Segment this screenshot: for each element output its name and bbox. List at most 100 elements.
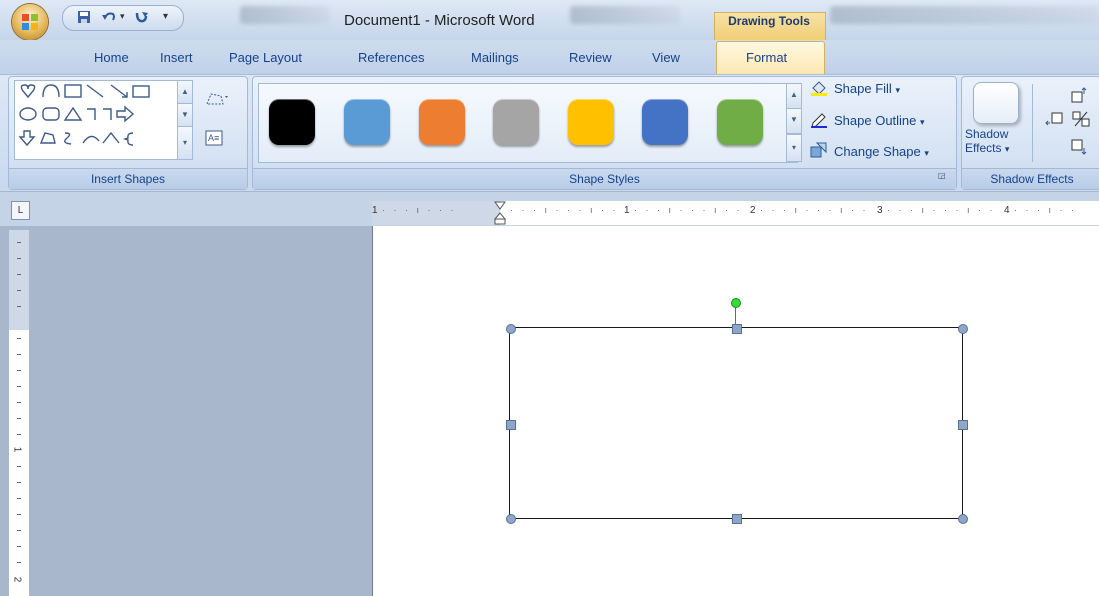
- resize-handle-top-right[interactable]: [958, 324, 968, 334]
- ruler-ticks: · · · ı · · · ı · ·: [760, 205, 869, 215]
- triangle-shape-icon: [63, 106, 83, 121]
- oval-shape-icon: [19, 107, 37, 121]
- edit-shape-icon[interactable]: [203, 90, 229, 108]
- resize-handle-right[interactable]: [958, 420, 968, 430]
- textbox-shape-icon: [64, 84, 82, 98]
- style-swatch-gray[interactable]: [493, 99, 539, 145]
- arrow-line-shape-icon: [110, 84, 128, 98]
- shadow-on-off-icon[interactable]: [1072, 110, 1090, 128]
- paint-bucket-icon: [811, 81, 827, 96]
- ruler-ticks: · · · ı · · · ı · ·: [634, 205, 743, 215]
- shapes-gallery: [14, 80, 186, 160]
- shadow-effects-label-1: Shadow: [965, 127, 1009, 141]
- ruler-ticks: · · · ı · · ·: [382, 205, 457, 215]
- separator: [1032, 84, 1033, 162]
- quick-access-toolbar: ▾ ▾: [62, 5, 184, 31]
- chevron-down-icon: ▾: [920, 117, 925, 127]
- resize-handle-bottom[interactable]: [732, 514, 742, 524]
- chevron-down-icon: ▾: [924, 148, 929, 158]
- resize-handle-top[interactable]: [732, 324, 742, 334]
- resize-handle-left[interactable]: [506, 420, 516, 430]
- rectangle-shape[interactable]: [509, 327, 963, 519]
- styles-scroll-down[interactable]: ▼: [786, 108, 802, 134]
- ruler-number: 4: [1004, 205, 1010, 216]
- line-shape-icon: [86, 84, 104, 98]
- arc-shape-icon: [42, 84, 60, 98]
- chevron-down-icon: ▾: [895, 85, 900, 95]
- group-label: Shadow Effects: [962, 168, 1099, 189]
- shape-fill-button[interactable]: Shape Fill ▾: [834, 81, 900, 96]
- ruler-number: 1: [372, 205, 378, 216]
- svg-text:A≡: A≡: [208, 133, 219, 143]
- group-label: Insert Shapes: [9, 168, 247, 189]
- ruler-number: 2: [11, 576, 23, 583]
- ruler-margin: [9, 230, 29, 330]
- styles-more-button[interactable]: ▾: [786, 134, 802, 162]
- resize-handle-bottom-right[interactable]: [958, 514, 968, 524]
- tab-home[interactable]: Home: [94, 50, 129, 65]
- style-swatch-orange[interactable]: [419, 99, 465, 145]
- elbow-connector-icon: [87, 108, 96, 120]
- tab-page-layout[interactable]: Page Layout: [229, 50, 302, 65]
- tab-view[interactable]: View: [652, 50, 680, 65]
- scribble-shape-icon: [64, 132, 72, 145]
- office-logo-icon: [22, 14, 38, 30]
- undo-icon[interactable]: [101, 10, 117, 24]
- group-label: Shape Styles: [253, 168, 956, 189]
- resize-handle-top-left[interactable]: [506, 324, 516, 334]
- ruler-number: 1: [11, 446, 23, 453]
- shapes-scroll-up[interactable]: ▲: [177, 80, 193, 104]
- ruler-ticks: · · · ı · · · ı · ·: [510, 205, 619, 215]
- ruler-ticks: · · · ı · · · ı · ·: [887, 205, 996, 215]
- style-swatch-gold[interactable]: [568, 99, 614, 145]
- nudge-shadow-up-icon[interactable]: [1070, 86, 1088, 104]
- heart-shape-icon: [20, 84, 36, 99]
- change-shape-icon: [810, 142, 827, 158]
- change-shape-button[interactable]: Change Shape ▾: [834, 144, 929, 159]
- brace-shape-icon: [122, 132, 134, 146]
- chevron-down-icon: ▾: [1004, 144, 1010, 154]
- nudge-shadow-left-icon[interactable]: [1044, 111, 1064, 129]
- ruler-number: 1: [624, 205, 630, 216]
- rotation-handle[interactable]: [731, 298, 741, 308]
- style-swatch-green[interactable]: [717, 99, 763, 145]
- shape-outline-label: Shape Outline: [834, 113, 917, 128]
- ruler-number: 2: [750, 205, 756, 216]
- freeform-shape-icon: [39, 132, 56, 144]
- redo-icon[interactable]: [133, 10, 149, 24]
- curve-shape-icon: [82, 135, 100, 144]
- shadow-effects-button[interactable]: Shadow Effects ▾: [965, 127, 1023, 156]
- vertical-ruler[interactable]: 1 2: [9, 230, 29, 596]
- pen-icon: [811, 113, 827, 128]
- undo-dropdown-icon[interactable]: ▾: [120, 8, 125, 24]
- horizontal-ruler[interactable]: 1 · · · ı · · · · · · ı · · · ı · · 1 · …: [372, 201, 1099, 225]
- down-arrow-shape-icon: [18, 130, 36, 147]
- dialog-launcher-icon[interactable]: ◲: [938, 171, 946, 180]
- rectangle-shape-icon: [132, 85, 150, 98]
- shapes-scroll-down[interactable]: ▼: [177, 103, 193, 127]
- tab-format[interactable]: Format: [746, 50, 787, 65]
- tab-review[interactable]: Review: [569, 50, 612, 65]
- save-icon[interactable]: [77, 10, 91, 24]
- resize-handle-bottom-left[interactable]: [506, 514, 516, 524]
- style-swatch-dark-blue[interactable]: [642, 99, 688, 145]
- shadow-effects-icon: [973, 82, 1019, 124]
- style-swatch-black[interactable]: [269, 99, 315, 145]
- customize-qat-icon[interactable]: ▾: [163, 9, 168, 25]
- rounded-rect-shape-icon: [42, 107, 60, 121]
- tab-references[interactable]: References: [358, 50, 424, 65]
- nudge-shadow-down-icon[interactable]: [1070, 138, 1088, 156]
- draw-textbox-icon[interactable]: A≡: [205, 130, 223, 146]
- shape-fill-label: Shape Fill: [834, 81, 892, 96]
- shape-outline-button[interactable]: Shape Outline ▾: [834, 113, 925, 128]
- styles-scroll-up[interactable]: ▲: [786, 83, 802, 109]
- tab-selector-button[interactable]: L: [11, 201, 30, 220]
- style-swatch-blue[interactable]: [344, 99, 390, 145]
- shapes-more-button[interactable]: ▾: [177, 126, 193, 160]
- shadow-effects-label-2: Effects: [965, 141, 1002, 155]
- tab-mailings[interactable]: Mailings: [471, 50, 519, 65]
- tab-insert[interactable]: Insert: [160, 50, 193, 65]
- indent-marker-icon[interactable]: [494, 201, 506, 225]
- right-arrow-shape-icon: [116, 105, 135, 123]
- contextual-tab-group-label: Drawing Tools: [728, 14, 810, 28]
